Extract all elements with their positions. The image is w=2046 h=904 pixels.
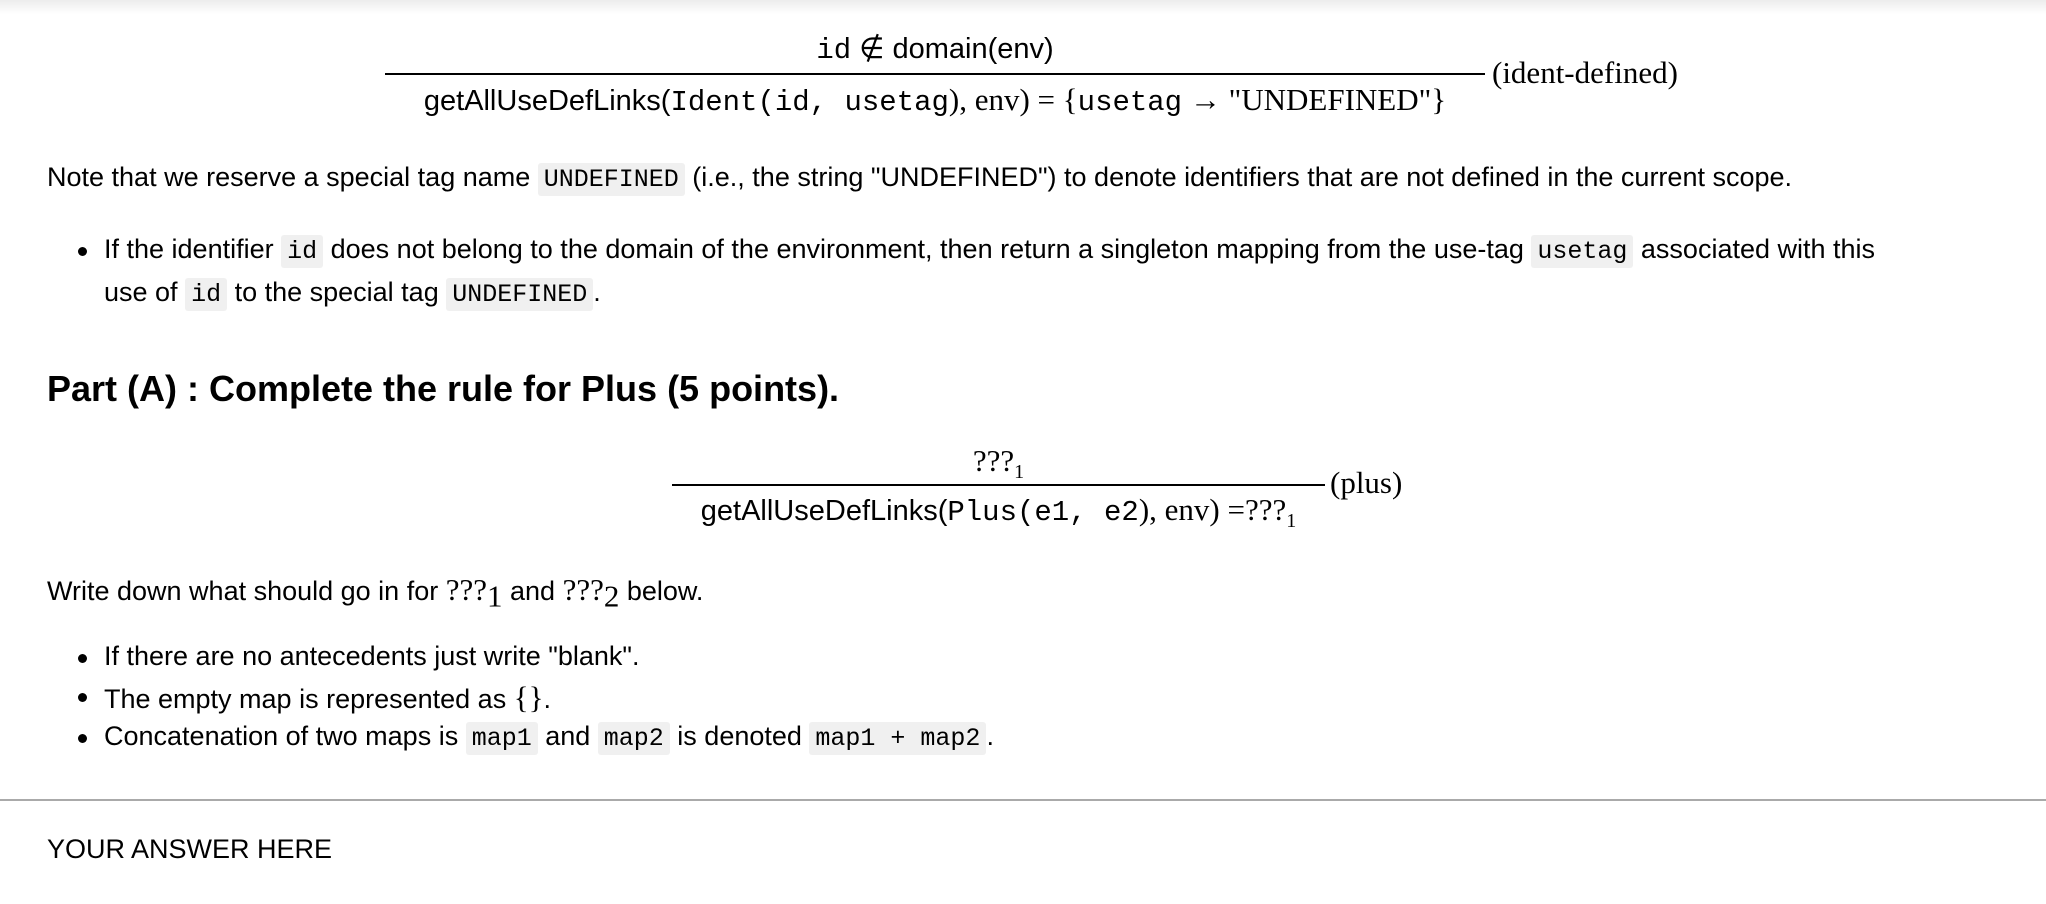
subscript: 2 (603, 578, 620, 614)
rule-conclusion: getAllUseDefLinks(Plus(e1, e2), env) =??… (672, 492, 1325, 533)
math-q1: ??? (445, 572, 487, 607)
text: . (986, 721, 994, 751)
conclusion-usetag: usetag (1077, 86, 1183, 119)
premise-id: id (816, 34, 852, 67)
text: is denoted (669, 721, 810, 751)
text: and (537, 721, 598, 751)
text: Write down what should go in for (47, 576, 446, 606)
section-heading: Part (A) : Complete the rule for Plus (5… (47, 368, 840, 409)
conclusion-mid: ), env) =??? (1138, 492, 1287, 527)
text: The empty map is represented as (104, 684, 514, 714)
math-q2: ??? (562, 572, 604, 607)
rule-premise: ???1 (672, 443, 1325, 484)
conclusion-fn: getAllUseDefLinks( (700, 495, 948, 527)
code-id: id (281, 235, 324, 268)
text: If there are no antecedents just write "… (104, 641, 640, 671)
math-empty-map: {} (513, 680, 544, 715)
rule-line (672, 484, 1325, 486)
text: to the special tag (227, 277, 447, 307)
code-concat: map1 + map2 (809, 722, 987, 755)
conclusion-mid: ), env) = { (948, 82, 1078, 117)
code-id: id (185, 278, 228, 311)
text: does not belong to the domain of the env… (323, 234, 1532, 264)
code-map2: map2 (597, 722, 670, 755)
note-text: (i.e., the string "UNDEFINED") to denote… (684, 162, 1793, 192)
text: Concatenation of two maps is (104, 721, 466, 751)
premise-rest: ∉ domain(env) (851, 33, 1054, 65)
note-text: Note that we reserve a special tag name (47, 162, 538, 192)
subscript: 1 (1286, 510, 1297, 533)
text: and (502, 576, 563, 606)
note-paragraph: Note that we reserve a special tag name … (47, 162, 1793, 196)
conclusion-plus: Plus(e1, e2 (947, 496, 1139, 529)
answer-cell[interactable]: YOUR ANSWER HERE (47, 834, 332, 865)
text: associated with this (1633, 234, 1876, 264)
conclusion-tail: → "UNDEFINED"} (1182, 82, 1447, 117)
subscript: 1 (1014, 461, 1025, 484)
text: use of (104, 277, 186, 307)
rule-label: (ident-defined) (1492, 55, 1678, 90)
code-usetag: usetag (1531, 235, 1634, 268)
text: If the identifier (104, 234, 282, 264)
rule-label: (plus) (1330, 465, 1403, 500)
bullet-item: Concatenation of two maps is map1 and ma… (78, 721, 994, 755)
conclusion-fn: getAllUseDefLinks( (423, 85, 671, 117)
text: below. (619, 576, 704, 606)
code-map1: map1 (465, 722, 538, 755)
rule-conclusion: getAllUseDefLinks(Ident(id, usetag), env… (385, 82, 1485, 119)
rule-premise: id ∉ domain(env) (385, 30, 1485, 67)
conclusion-ident: Ident(id, usetag (670, 86, 949, 119)
divider (0, 799, 2046, 801)
code-undefined: UNDEFINED (446, 278, 594, 311)
instruction-paragraph: Write down what should go in for ???1 an… (47, 572, 703, 614)
bullet-item: If the identifier id does not belong to … (78, 234, 1876, 268)
text: . (593, 277, 601, 307)
code-undefined: UNDEFINED (537, 163, 685, 196)
premise: ??? (972, 443, 1015, 478)
rule-line (385, 73, 1485, 75)
bullet-item-continuation: use of id to the special tag UNDEFINED. (104, 277, 601, 311)
text: . (543, 684, 551, 714)
bullet-item: If there are no antecedents just write "… (78, 641, 639, 672)
bullet-item: The empty map is represented as {}. (78, 680, 551, 716)
subscript: 1 (487, 578, 503, 614)
top-shadow (0, 0, 2046, 14)
